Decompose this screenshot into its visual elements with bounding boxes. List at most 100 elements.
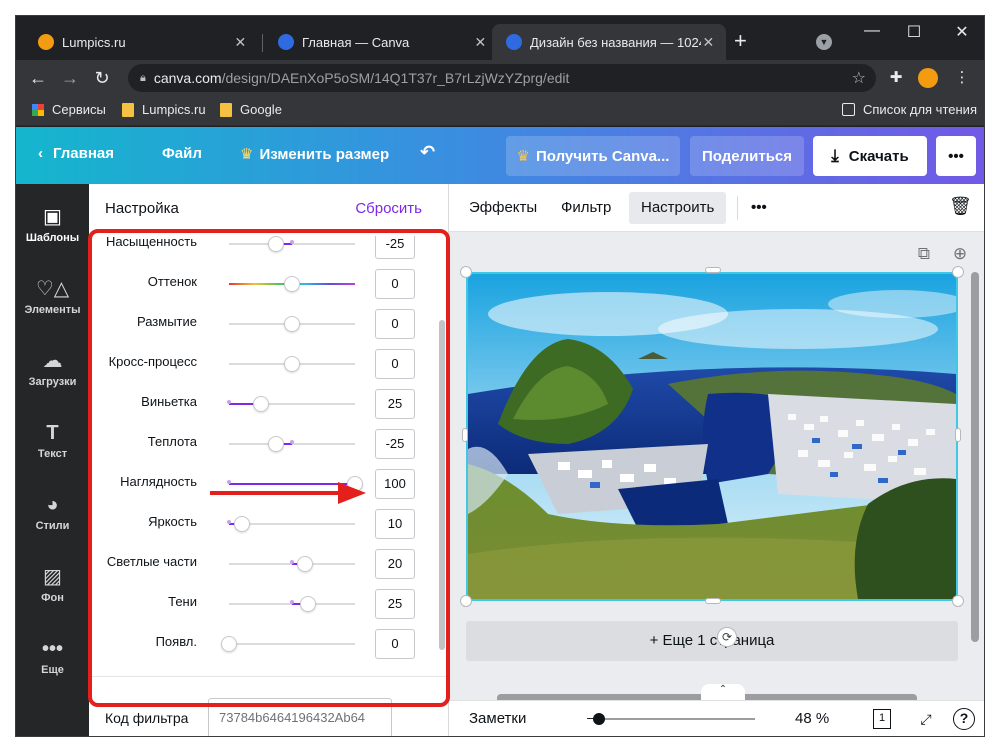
slider-track[interactable] — [227, 396, 355, 412]
profile-avatar[interactable] — [916, 66, 940, 90]
file-menu-button[interactable]: Файл — [162, 145, 202, 162]
resize-handle[interactable] — [705, 267, 721, 273]
slider-thumb[interactable] — [284, 356, 300, 372]
undo-icon[interactable]: ↶ — [420, 142, 435, 163]
slider-value-field[interactable]: -25 — [375, 429, 415, 459]
add-page-icon[interactable]: ⊕ — [949, 244, 971, 264]
back-icon[interactable]: ← — [26, 66, 50, 90]
duplicate-page-icon[interactable]: ⧉ — [913, 244, 935, 264]
bookmark-star-icon[interactable]: ☆ — [852, 68, 866, 88]
slider-thumb[interactable] — [284, 276, 300, 292]
tab-effects[interactable]: Эффекты — [469, 199, 537, 216]
slider-thumb[interactable] — [221, 636, 237, 652]
resize-button[interactable]: ♛ Изменить размер — [240, 145, 389, 163]
new-tab-icon[interactable]: + — [734, 30, 747, 52]
close-icon[interactable]: ✕ — [701, 34, 716, 51]
forward-icon[interactable]: → — [58, 66, 82, 90]
rail-item-uploads[interactable]: ☁ Загрузки — [16, 348, 89, 388]
filter-code-field[interactable]: 73784b6464196432Ab64 — [208, 698, 392, 736]
slider-value-field[interactable]: 25 — [375, 389, 415, 419]
slider-track[interactable] — [227, 516, 355, 532]
reading-list[interactable]: Список для чтения — [842, 102, 977, 117]
tab-filter[interactable]: Фильтр — [561, 199, 611, 216]
zoom-slider[interactable] — [597, 718, 755, 720]
slider-value-field[interactable]: 0 — [375, 269, 415, 299]
browser-menu-icon[interactable]: ⋮ — [950, 66, 974, 90]
slider-track[interactable] — [229, 356, 355, 372]
slider-thumb[interactable] — [347, 476, 363, 492]
slider-track[interactable] — [229, 436, 355, 452]
resize-handle[interactable] — [460, 595, 472, 607]
extensions-icon[interactable]: ✚ — [884, 66, 908, 90]
slider-track[interactable] — [229, 596, 355, 612]
slider-thumb[interactable] — [233, 516, 250, 532]
scrollbar-thumb[interactable] — [439, 320, 445, 650]
maximize-icon[interactable]: ☐ — [904, 22, 924, 42]
zoom-slider-thumb[interactable] — [593, 713, 605, 725]
slider-value-field[interactable]: 100 — [375, 469, 415, 499]
slider-thumb[interactable] — [252, 396, 269, 412]
add-page-button[interactable]: + Еще 1 страница — [466, 621, 958, 661]
zoom-level[interactable]: 48 % — [795, 710, 829, 727]
selected-photo[interactable] — [466, 272, 958, 601]
canvas-vertical-scrollbar[interactable] — [969, 272, 979, 664]
tab-adjust[interactable]: Настроить — [629, 192, 727, 224]
help-icon[interactable]: ? — [953, 708, 975, 730]
rail-item-elements[interactable]: ♡△ Элементы — [16, 276, 89, 316]
resize-handle[interactable] — [952, 266, 964, 278]
address-bar[interactable]: 🔒︎ canva.com/design/DAEnXoP5oSM/14Q1T37r… — [128, 64, 876, 92]
close-icon[interactable]: ✕ — [473, 34, 488, 51]
window-close-icon[interactable]: ✕ — [952, 22, 972, 42]
slider-thumb[interactable] — [284, 316, 300, 332]
slider-track[interactable] — [229, 316, 355, 332]
download-button[interactable]: ⤓ Скачать — [813, 136, 927, 176]
slider-thumb[interactable] — [268, 436, 285, 452]
rotate-icon[interactable]: ⟳ — [717, 627, 737, 647]
slider-value-field[interactable]: 0 — [375, 309, 415, 339]
rail-item-background[interactable]: ▨ Фон — [16, 564, 89, 604]
tab-lumpics[interactable]: Lumpics.ru ✕ — [24, 24, 258, 60]
more-icon[interactable]: ••• — [751, 199, 767, 216]
panel-scrollbar[interactable] — [438, 236, 446, 661]
slider-thumb[interactable] — [268, 236, 285, 252]
fullscreen-icon[interactable]: ⤢ — [915, 708, 937, 730]
slider-value-field[interactable]: 0 — [375, 349, 415, 379]
slider-track[interactable] — [227, 476, 363, 492]
tab-canva-design[interactable]: Дизайн без названия — 1024 ✕ — [492, 24, 726, 60]
scrollbar-thumb[interactable] — [971, 272, 979, 642]
resize-handle[interactable] — [460, 266, 472, 278]
slider-track[interactable] — [229, 556, 355, 572]
bookmark-google[interactable]: Google — [220, 102, 282, 117]
bookmark-services[interactable]: Сервисы — [32, 102, 106, 117]
resize-handle[interactable] — [705, 598, 721, 604]
slider-value-field[interactable]: 20 — [375, 549, 415, 579]
close-icon[interactable]: ✕ — [233, 34, 248, 51]
get-pro-button[interactable]: ♛ Получить Canva... — [506, 136, 680, 176]
rail-item-styles[interactable]: ◕ Стили — [16, 492, 89, 532]
slider-thumb[interactable] — [296, 556, 313, 572]
slider-track[interactable] — [229, 236, 355, 252]
reset-button[interactable]: Сбросить — [355, 200, 422, 217]
resize-handle[interactable] — [955, 428, 961, 442]
rail-item-more[interactable]: ••• Еще — [16, 636, 89, 676]
slider-value-field[interactable]: 0 — [375, 629, 415, 659]
chevron-up-icon[interactable]: ⌃ — [701, 684, 745, 700]
notes-button[interactable]: Заметки — [469, 710, 526, 727]
slider-thumb[interactable] — [299, 596, 316, 612]
tab-canva-home[interactable]: Главная — Canva ✕ — [264, 24, 498, 60]
slider-value-field[interactable]: 25 — [375, 589, 415, 619]
bookmark-lumpics[interactable]: Lumpics.ru — [122, 102, 206, 117]
minimize-icon[interactable]: — — [862, 22, 882, 40]
slider-value-field[interactable]: 10 — [375, 509, 415, 539]
slider-value-field[interactable]: -25 — [375, 236, 415, 259]
home-button[interactable]: ‹ Главная — [38, 145, 114, 162]
slider-track[interactable] — [229, 276, 355, 292]
trash-icon[interactable]: 🗑︎ — [949, 196, 972, 217]
more-options-button[interactable]: ••• — [936, 136, 976, 176]
resize-handle[interactable] — [462, 428, 468, 442]
slider-track[interactable] — [221, 636, 355, 652]
tab-search-icon[interactable]: ▼ — [816, 34, 832, 50]
page-count-icon[interactable]: 1 — [873, 709, 891, 729]
rail-item-templates[interactable]: ▣ Шаблоны — [16, 204, 89, 244]
rail-item-text[interactable]: T Текст — [16, 420, 89, 460]
